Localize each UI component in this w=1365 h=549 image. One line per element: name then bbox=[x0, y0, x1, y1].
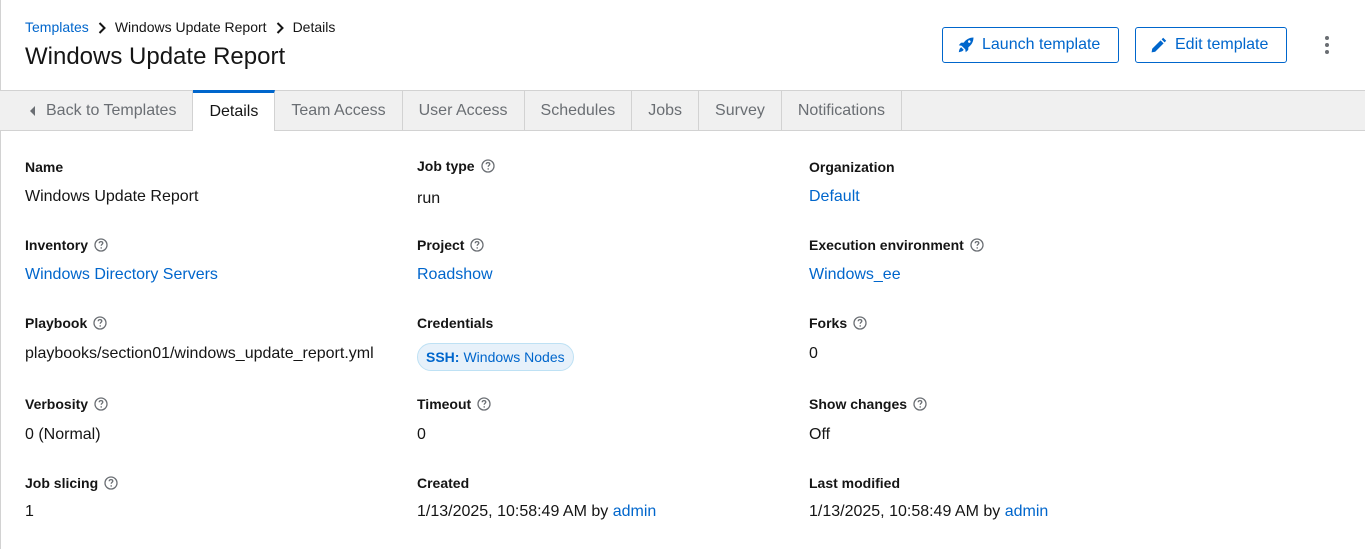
detail-label-text: Show changes bbox=[809, 396, 908, 412]
rocket-icon bbox=[958, 37, 974, 53]
detail-execution-environment: Execution environment Windows_ee bbox=[809, 237, 984, 285]
detail-label: Forks bbox=[809, 315, 867, 331]
tab-jobs[interactable]: Jobs bbox=[632, 91, 700, 131]
kebab-icon[interactable] bbox=[1318, 34, 1336, 56]
detail-job-slicing: Job slicing 1 bbox=[25, 475, 118, 522]
detail-value: run bbox=[417, 190, 441, 207]
launch-template-label: Launch template bbox=[982, 36, 1101, 53]
detail-label: Job type bbox=[417, 158, 495, 174]
help-icon[interactable] bbox=[970, 238, 984, 252]
detail-label: Organization bbox=[809, 159, 895, 175]
tab-details[interactable]: Details bbox=[193, 90, 276, 131]
tab-notifications[interactable]: Notifications bbox=[782, 91, 902, 131]
detail-label: Inventory bbox=[25, 237, 218, 253]
help-icon[interactable] bbox=[470, 238, 485, 252]
tab-team-access[interactable]: Team Access bbox=[275, 91, 403, 131]
breadcrumb-current: Details bbox=[292, 19, 336, 35]
detail-label: Last modified bbox=[809, 475, 901, 491]
caret-left-icon bbox=[30, 106, 36, 116]
detail-verbosity: Verbosity 0 (Normal) bbox=[25, 396, 108, 445]
detail-label: Show changes bbox=[809, 396, 927, 412]
detail-label-text: Verbosity bbox=[25, 396, 89, 412]
detail-forks: Forks 0 bbox=[809, 315, 867, 364]
detail-label: Verbosity bbox=[25, 396, 108, 412]
angle-right-icon bbox=[89, 19, 115, 35]
help-icon[interactable] bbox=[104, 476, 118, 490]
detail-label-text: Inventory bbox=[25, 237, 89, 253]
detail-value: 0 (Normal) bbox=[25, 426, 101, 443]
detail-label-text: Forks bbox=[809, 315, 848, 331]
detail-label: Credentials bbox=[417, 315, 494, 331]
detail-value: 0 bbox=[809, 345, 818, 362]
detail-value: playbooks/section01/windows_update_repor… bbox=[25, 345, 374, 362]
detail-label: Execution environment bbox=[809, 237, 984, 253]
detail-credentials: Credentials SSH: Windows Nodes bbox=[417, 315, 574, 371]
help-icon[interactable] bbox=[93, 316, 107, 330]
detail-created: Created 1/13/2025, 10:58:49 AM by admin bbox=[417, 475, 656, 522]
help-icon[interactable] bbox=[477, 397, 491, 411]
edit-template-label: Edit template bbox=[1175, 36, 1269, 53]
detail-label: Project bbox=[417, 237, 493, 253]
detail-label-text: Timeout bbox=[417, 396, 472, 412]
detail-label-text: Execution environment bbox=[809, 237, 964, 253]
help-icon[interactable] bbox=[94, 238, 108, 252]
detail-organization: Organization Default bbox=[809, 159, 895, 207]
breadcrumb-templates-link[interactable]: Templates bbox=[25, 19, 89, 35]
modified-by-user-link[interactable]: admin bbox=[1005, 503, 1049, 520]
credential-name: Windows Nodes bbox=[463, 349, 565, 365]
detail-label: Job slicing bbox=[25, 475, 118, 491]
detail-value: Off bbox=[809, 426, 831, 443]
detail-value: 0 bbox=[417, 426, 426, 443]
detail-timeout: Timeout 0 bbox=[417, 396, 491, 445]
detail-label: Playbook bbox=[25, 315, 374, 331]
credential-type: SSH: bbox=[426, 349, 460, 365]
detail-label-text: Job type bbox=[417, 158, 475, 174]
detail-label-text: Project bbox=[417, 237, 465, 253]
detail-value: 1 bbox=[25, 503, 34, 520]
detail-last-modified: Last modified 1/13/2025, 10:58:49 AM by … bbox=[809, 475, 1048, 522]
project-link[interactable]: Roadshow bbox=[417, 266, 493, 283]
detail-playbook: Playbook playbooks/section01/windows_upd… bbox=[25, 315, 374, 364]
tab-schedules[interactable]: Schedules bbox=[525, 91, 633, 131]
organization-link[interactable]: Default bbox=[809, 188, 860, 205]
inventory-link[interactable]: Windows Directory Servers bbox=[25, 266, 218, 283]
breadcrumb-template: Windows Update Report bbox=[114, 19, 267, 35]
angle-right-icon bbox=[267, 19, 293, 35]
tab-user-access[interactable]: User Access bbox=[403, 91, 525, 131]
tab-survey[interactable]: Survey bbox=[699, 91, 782, 131]
help-icon[interactable] bbox=[853, 316, 867, 330]
page-header: Templates Windows Update Report Details … bbox=[0, 0, 1365, 90]
help-icon[interactable] bbox=[94, 397, 108, 411]
execution-environment-link[interactable]: Windows_ee bbox=[809, 266, 901, 283]
launch-template-button[interactable]: Launch template bbox=[942, 27, 1119, 63]
help-icon[interactable] bbox=[913, 397, 927, 411]
breadcrumb: Templates Windows Update Report Details bbox=[25, 19, 335, 35]
edit-template-button[interactable]: Edit template bbox=[1135, 27, 1287, 63]
created-by-user-link[interactable]: admin bbox=[613, 503, 657, 520]
created-timestamp: 1/13/2025, 10:58:49 AM by bbox=[417, 503, 609, 520]
modified-timestamp: 1/13/2025, 10:58:49 AM by bbox=[809, 503, 1001, 520]
detail-show-changes: Show changes Off bbox=[809, 396, 927, 445]
tab-back-to-templates[interactable]: Back to Templates bbox=[0, 91, 194, 131]
detail-label-text: Playbook bbox=[25, 315, 88, 331]
tab-bar: Back to Templates Details Team Access Us… bbox=[0, 90, 1365, 131]
detail-label-text: Job slicing bbox=[25, 475, 99, 491]
detail-job-type: Job type run bbox=[417, 158, 495, 209]
tab-back-label: Back to Templates bbox=[46, 102, 177, 119]
detail-label: Name bbox=[25, 159, 64, 175]
detail-name: Name Windows Update Report bbox=[25, 159, 198, 207]
detail-inventory: Inventory Windows Directory Servers bbox=[25, 237, 218, 285]
credential-chip[interactable]: SSH: Windows Nodes bbox=[417, 343, 574, 371]
help-icon[interactable] bbox=[480, 159, 495, 173]
detail-project: Project Roadshow bbox=[417, 237, 493, 285]
detail-label: Created bbox=[417, 475, 470, 491]
detail-value: Windows Update Report bbox=[25, 188, 199, 205]
detail-label: Timeout bbox=[417, 396, 491, 412]
page-title: Windows Update Report bbox=[25, 43, 286, 70]
pencil-icon bbox=[1151, 37, 1167, 53]
